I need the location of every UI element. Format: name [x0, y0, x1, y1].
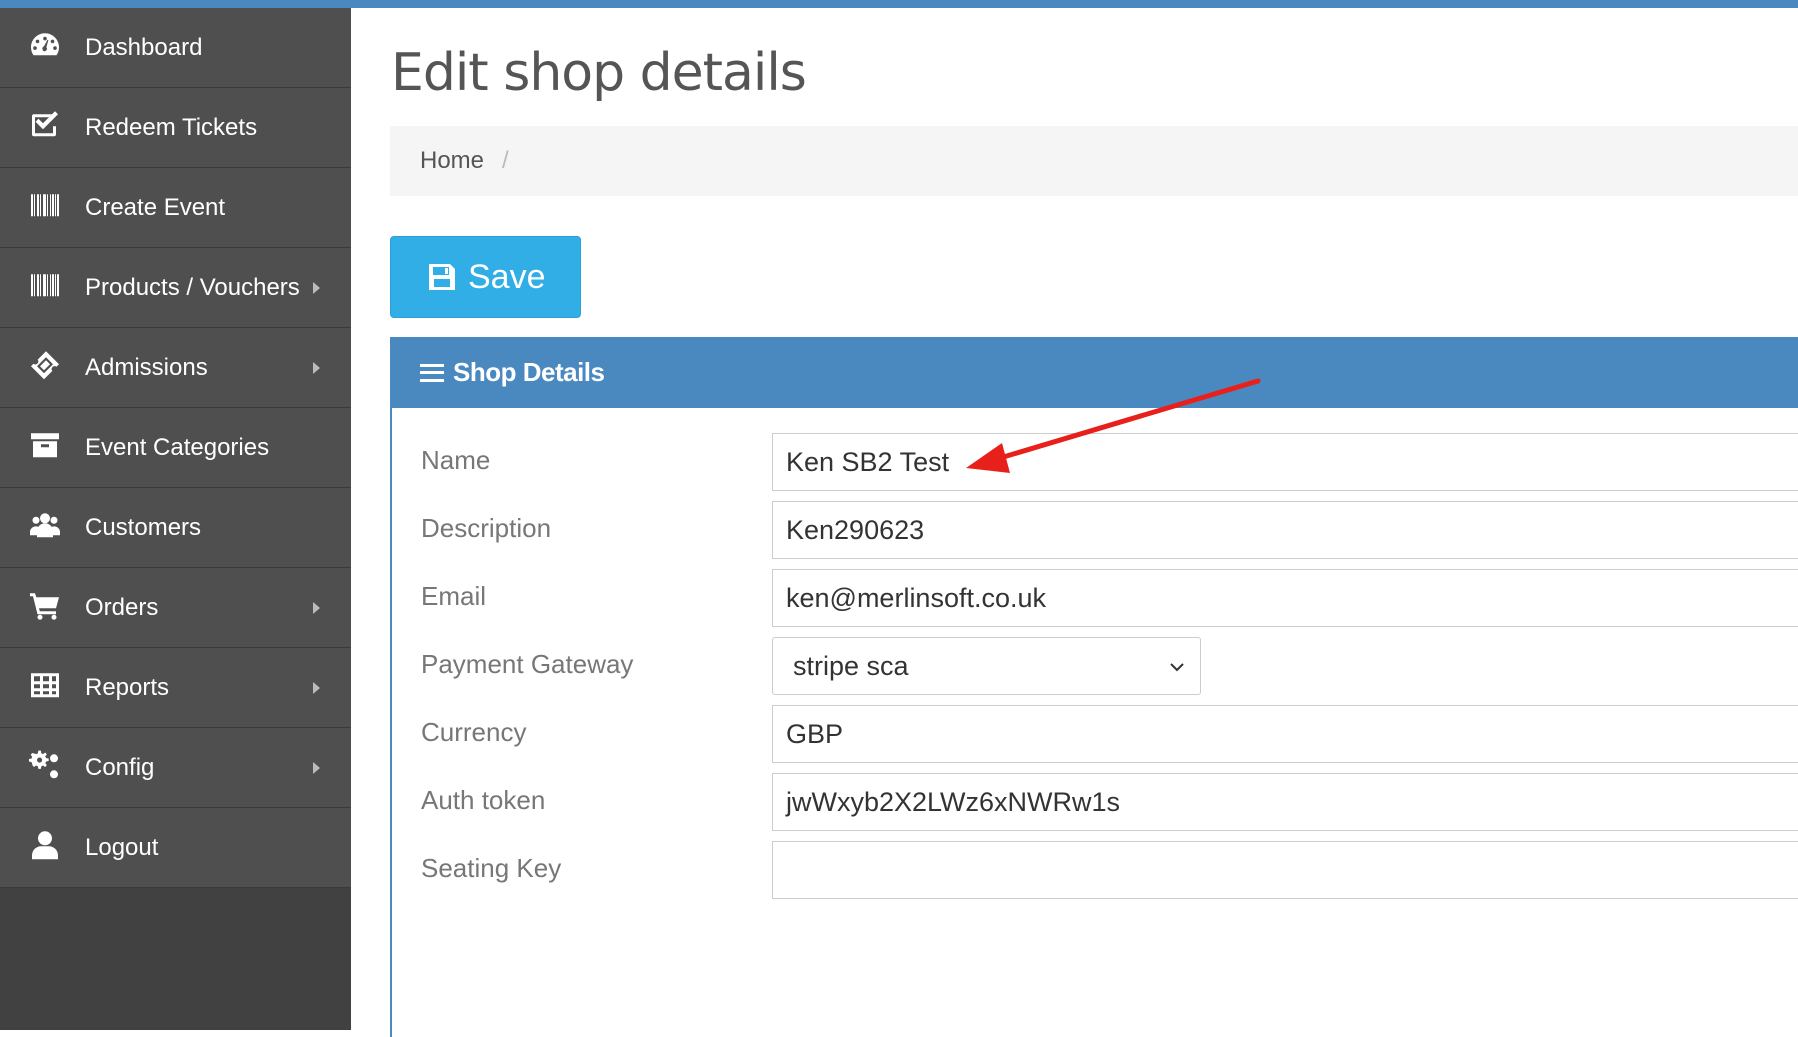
name-label: Name [421, 445, 491, 475]
page-title: Edit shop details [391, 43, 807, 103]
sidebar-item-label: Customers [85, 513, 202, 541]
sidebar: Dashboard Redeem Tickets Create Event Pr… [0, 8, 351, 1030]
sidebar-item-event-categories[interactable]: Event Categories [0, 408, 351, 488]
payment-gateway-select[interactable]: stripe sca [772, 637, 1201, 695]
sidebar-item-create-event[interactable]: Create Event [0, 168, 351, 248]
cogs-icon [28, 748, 62, 782]
description-field[interactable]: Ken290623 [772, 501, 1798, 559]
bars-icon [420, 363, 444, 382]
payment-gateway-label: Payment Gateway [421, 649, 634, 679]
dashboard-icon [28, 28, 62, 62]
sidebar-item-dashboard[interactable]: Dashboard [0, 8, 351, 88]
currency-field[interactable]: GBP [772, 705, 1798, 763]
seating-key-field[interactable] [772, 841, 1798, 899]
sidebar-item-logout[interactable]: Logout [0, 808, 351, 888]
breadcrumb-separator: / [502, 147, 509, 174]
checkbox-icon [28, 108, 62, 142]
payment-gateway-value: stripe sca [793, 650, 909, 681]
description-label: Description [421, 513, 552, 543]
caret-right-icon [313, 761, 320, 774]
sidebar-item-admissions[interactable]: Admissions [0, 328, 351, 408]
sidebar-item-label: Logout [85, 833, 159, 861]
main-content: Edit shop details Home / Save Shop Detai… [351, 8, 1798, 1037]
table-icon [28, 668, 62, 702]
sidebar-item-label: Admissions [85, 353, 208, 381]
save-button[interactable]: Save [390, 236, 581, 318]
barcode-icon [28, 268, 62, 302]
auth-token-field[interactable]: jwWxyb2X2LWz6xNWRw1s [772, 773, 1798, 831]
form-row-description: Description Ken290623 [392, 501, 1798, 559]
breadcrumb: Home / [390, 126, 1798, 196]
email-field[interactable]: ken@merlinsoft.co.uk [772, 569, 1798, 627]
sidebar-item-customers[interactable]: Customers [0, 488, 351, 568]
sidebar-item-label: Config [85, 753, 155, 781]
caret-right-icon [313, 601, 320, 614]
ticket-icon [28, 348, 62, 382]
sidebar-item-label: Create Event [85, 193, 226, 221]
chevron-down-icon [1170, 663, 1184, 672]
shop-details-panel: Shop Details Name Ken SB2 Test Descripti… [390, 337, 1798, 1037]
panel-title: Shop Details [453, 357, 605, 387]
currency-label: Currency [421, 717, 527, 747]
archive-icon [28, 428, 62, 462]
floppy-disk-icon [429, 264, 455, 290]
sidebar-item-label: Orders [85, 593, 159, 621]
sidebar-item-label: Event Categories [85, 433, 270, 461]
email-label: Email [421, 581, 487, 611]
sidebar-item-products-vouchers[interactable]: Products / Vouchers [0, 248, 351, 328]
top-accent-bar [0, 0, 1798, 8]
caret-right-icon [313, 361, 320, 374]
cart-icon [28, 588, 62, 622]
breadcrumb-home-link[interactable]: Home [420, 147, 484, 175]
form-row-name: Name Ken SB2 Test [392, 433, 1798, 491]
auth-token-label: Auth token [421, 785, 546, 815]
sidebar-item-label: Redeem Tickets [85, 113, 258, 141]
panel-header: Shop Details [392, 337, 1798, 408]
form-row-auth-token: Auth token jwWxyb2X2LWz6xNWRw1s [392, 773, 1798, 831]
sidebar-item-orders[interactable]: Orders [0, 568, 351, 648]
caret-right-icon [313, 681, 320, 694]
save-button-label: Save [468, 257, 546, 296]
form-row-email: Email ken@merlinsoft.co.uk [392, 569, 1798, 627]
sidebar-item-reports[interactable]: Reports [0, 648, 351, 728]
seating-key-label: Seating Key [421, 853, 562, 883]
sidebar-item-label: Dashboard [85, 33, 203, 61]
user-icon [28, 828, 62, 862]
caret-right-icon [313, 281, 320, 294]
name-field[interactable]: Ken SB2 Test [772, 433, 1798, 491]
sidebar-item-config[interactable]: Config [0, 728, 351, 808]
form-row-currency: Currency GBP [392, 705, 1798, 763]
sidebar-item-redeem-tickets[interactable]: Redeem Tickets [0, 88, 351, 168]
sidebar-item-label: Products / Vouchers [85, 273, 300, 301]
users-icon [28, 508, 62, 542]
form-row-payment-gateway: Payment Gateway stripe sca [392, 637, 1798, 695]
form-row-seating-key: Seating Key [392, 841, 1798, 899]
barcode-icon [28, 188, 62, 222]
sidebar-item-label: Reports [85, 673, 170, 701]
